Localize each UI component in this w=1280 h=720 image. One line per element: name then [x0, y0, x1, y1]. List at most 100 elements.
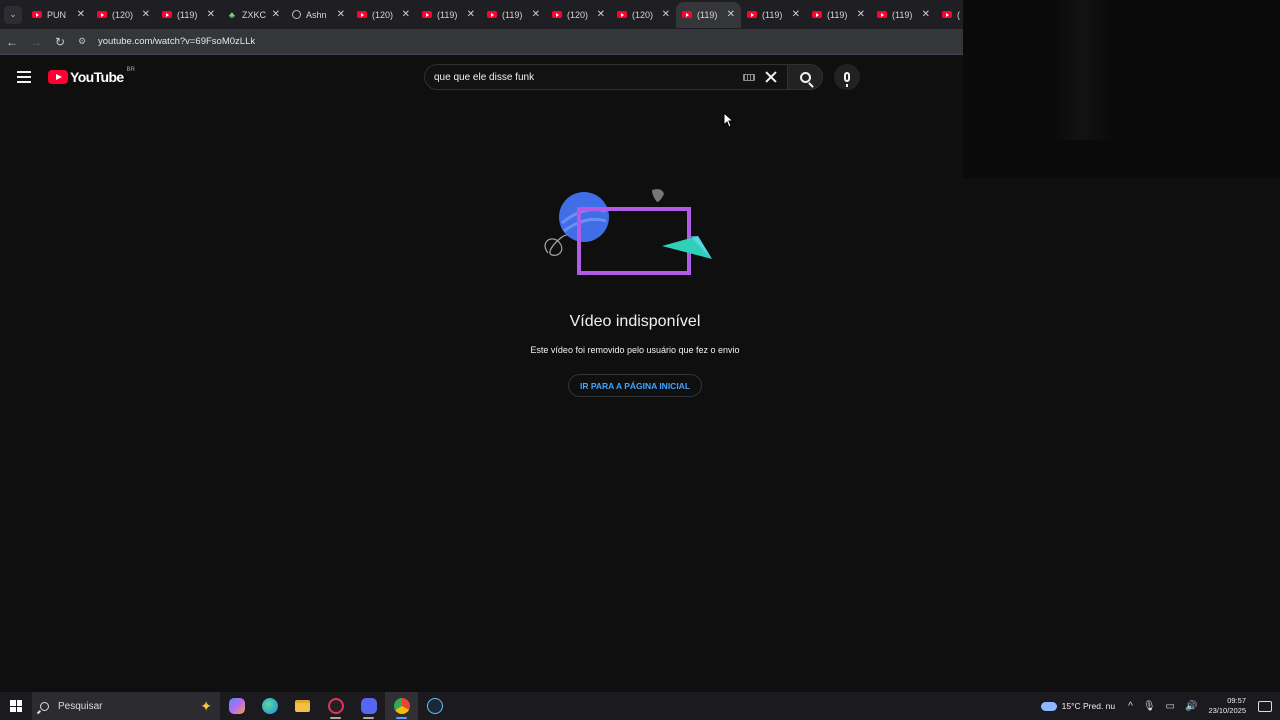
reload-button[interactable]: ↻ [48, 30, 72, 54]
external-overlay [963, 0, 1280, 178]
file-explorer-icon[interactable] [286, 692, 319, 720]
blue-circle-shape [559, 192, 609, 242]
tab-title: (119) [892, 9, 913, 20]
close-tab-icon[interactable]: ✕ [272, 9, 280, 20]
browser-tab[interactable]: (119) ✕ [806, 2, 871, 28]
youtube-icon [162, 11, 172, 18]
close-tab-icon[interactable]: ✕ [922, 9, 930, 20]
youtube-play-icon [48, 70, 68, 84]
youtube-icon [812, 11, 822, 18]
browser-toolbar: ← → ↻ ⚙ youtube.com/watch?v=69FsoM0zLLk [0, 29, 963, 55]
grey-drop-shape [652, 189, 664, 202]
network-icon[interactable]: ▭ [1166, 701, 1175, 712]
browser-tab[interactable]: (119) ✕ [416, 2, 481, 28]
browser-tab[interactable]: (119) ✕ [871, 2, 936, 28]
url-bar[interactable]: ⚙ youtube.com/watch?v=69FsoM0zLLk [78, 32, 955, 52]
youtube-icon [942, 11, 952, 18]
page-subtitle: Este vídeo foi removido pelo usuário que… [530, 345, 740, 355]
start-button[interactable] [0, 692, 32, 720]
tab-title: (119) [827, 9, 848, 20]
tab-title: (119) [697, 9, 718, 20]
browser-tab[interactable]: (120) ✕ [546, 2, 611, 28]
tab-title: PUN [47, 9, 67, 20]
url-text: youtube.com/watch?v=69FsoM0zLLk [98, 36, 256, 47]
browser-tab[interactable]: (120) ✕ [91, 2, 156, 28]
browser-tab[interactable]: (120) ✕ [351, 2, 416, 28]
go-home-button[interactable]: IR PARA A PÁGINA INICIAL [568, 374, 702, 397]
screen: ⌄ PUN ✕ (120) ✕ (119) ✕ ♣ ZXKC ✕ Ashn ✕ (120) ✕ (119)… [0, 0, 1280, 720]
microphone-icon[interactable]: 🎙 [1143, 701, 1156, 712]
notification-icon[interactable] [1258, 700, 1272, 712]
youtube-logo[interactable]: YouTube BR [48, 67, 135, 85]
tab-title: (119) [437, 9, 458, 20]
close-tab-icon[interactable]: ✕ [402, 9, 410, 20]
youtube-icon [617, 11, 627, 18]
unavailable-video-illustration [544, 189, 712, 275]
clock[interactable]: 09:57 23/10/2025 [1208, 696, 1246, 716]
tab-search-icon[interactable]: ⌄ [4, 5, 22, 24]
tab-title: ZXKC [242, 9, 267, 20]
browser-tab[interactable]: (119) ✕ [741, 2, 806, 28]
clock-date: 23/10/2025 [1208, 706, 1246, 715]
youtube-icon [877, 11, 887, 18]
steam-icon[interactable] [418, 692, 451, 720]
volume-icon[interactable]: 🔊 [1185, 701, 1197, 712]
mouse-cursor-icon [723, 112, 735, 128]
browser-tab[interactable]: PUN ✕ [26, 2, 91, 28]
system-tray: 15°C Pred. nu ^ 🎙 ▭ 🔊 09:57 23/10/2025 [1040, 692, 1280, 720]
chrome-icon[interactable] [385, 692, 418, 720]
logo-text: YouTube [70, 69, 124, 85]
youtube-icon [422, 11, 432, 18]
browser-tab[interactable]: (120) ✕ [611, 2, 676, 28]
taskbar-search[interactable]: Pesquisar ✦ [32, 692, 220, 720]
keyboard-icon[interactable] [743, 73, 755, 81]
leaf-icon: ♣ [229, 9, 235, 20]
clear-search-icon[interactable] [763, 69, 779, 85]
close-tab-icon[interactable]: ✕ [142, 9, 150, 20]
weather-text: 15°C Pred. nu [1061, 701, 1116, 711]
browser-tab[interactable]: (✕ [936, 2, 963, 28]
microphone-icon [844, 72, 850, 87]
youtube-icon [357, 11, 367, 18]
close-tab-icon[interactable]: ✕ [467, 9, 475, 20]
browser-tab[interactable]: (119) ✕ [156, 2, 221, 28]
close-tab-icon[interactable]: ✕ [792, 9, 800, 20]
search-button[interactable] [787, 64, 823, 90]
page-title: Vídeo indisponível [569, 313, 701, 330]
close-tab-icon[interactable]: ✕ [207, 9, 215, 20]
browser-tab[interactable]: Ashn ✕ [286, 2, 351, 28]
media-app-icon[interactable] [319, 692, 352, 720]
weather-widget[interactable]: 15°C Pred. nu [1040, 701, 1116, 711]
tab-title: (120) [632, 9, 654, 20]
close-tab-icon[interactable]: ✕ [662, 9, 670, 20]
search-box[interactable]: que que ele disse funk [424, 64, 787, 90]
close-tab-icon[interactable]: ✕ [857, 9, 865, 20]
search-input[interactable]: que que ele disse funk [434, 72, 743, 83]
windows-taskbar: Pesquisar ✦ 15°C Pred. nu ^ 🎙 ▭ 🔊 09:57 … [0, 692, 1280, 720]
close-tab-icon[interactable]: ✕ [77, 9, 85, 20]
edge-icon[interactable] [253, 692, 286, 720]
chevron-up-icon[interactable]: ^ [1128, 701, 1133, 712]
close-tab-icon[interactable]: ✕ [337, 9, 345, 20]
close-tab-icon[interactable]: ✕ [727, 9, 735, 20]
close-tab-icon[interactable]: ✕ [532, 9, 540, 20]
browser-tab[interactable]: (119) ✕ [481, 2, 546, 28]
tab-title: (119) [762, 9, 783, 20]
browser-tab[interactable]: ♣ ZXKC ✕ [221, 2, 286, 28]
tab-title: (119) [177, 9, 198, 20]
browser-tab[interactable]: (119) ✕ [676, 1, 741, 28]
youtube-icon [682, 11, 692, 18]
menu-icon[interactable] [17, 71, 31, 83]
tab-title: Ashn [306, 9, 327, 20]
site-settings-icon[interactable]: ⚙ [78, 36, 94, 47]
close-tab-icon[interactable]: ✕ [597, 9, 605, 20]
forward-button[interactable]: → [24, 30, 48, 54]
back-button[interactable]: ← [0, 30, 24, 54]
youtube-icon [552, 11, 562, 18]
tab-title: (119) [502, 9, 523, 20]
copilot-icon[interactable] [220, 692, 253, 720]
voice-search-button[interactable] [834, 64, 860, 90]
search-icon [799, 71, 811, 83]
youtube-icon [487, 11, 497, 18]
discord-icon[interactable] [352, 692, 385, 720]
